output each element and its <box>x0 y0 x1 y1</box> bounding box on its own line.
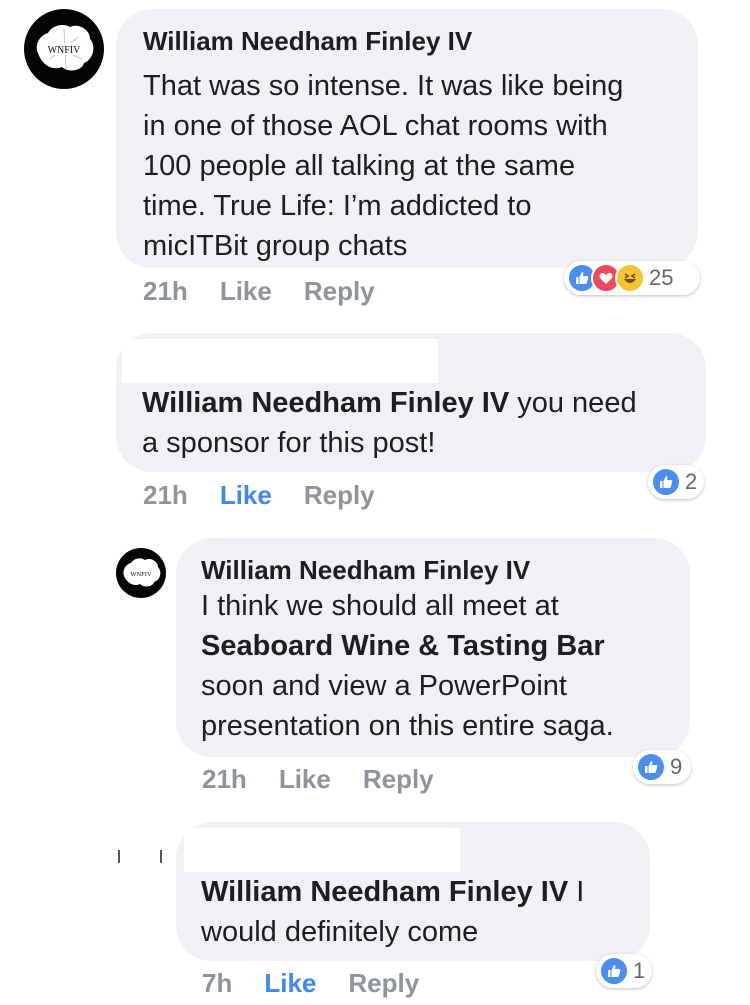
reply-button[interactable]: Reply <box>363 764 434 794</box>
mention-link[interactable]: William Needham Finley IV <box>142 387 509 419</box>
haha-reaction-icon <box>615 263 645 293</box>
comment-bubble: William Needham Finley IV you need a spo… <box>116 333 706 472</box>
like-button[interactable]: Like <box>220 276 272 306</box>
reaction-count: 25 <box>649 265 674 290</box>
comment-line: presentation on this entire saga. <box>201 710 614 742</box>
avatar[interactable]: WNFIV <box>116 548 166 598</box>
reply-button[interactable]: Reply <box>348 968 419 998</box>
comment-text-rest: you need <box>509 387 637 419</box>
like-reaction-icon <box>651 467 681 497</box>
comment-timestamp[interactable]: 21h <box>143 480 188 510</box>
comment-bubble: William Needham Finley IV I think we sho… <box>176 538 690 757</box>
like-reaction-icon <box>599 956 629 986</box>
reaction-count: 1 <box>633 958 646 983</box>
like-button[interactable]: Like <box>279 764 331 794</box>
comment-line: soon and view a PowerPoint <box>201 670 567 702</box>
comment-text: That was so intense. It was like being i… <box>143 66 623 266</box>
avatar-initials: WNFIV <box>48 45 82 56</box>
reaction-summary[interactable]: 25 <box>564 261 700 295</box>
like-reaction-icon <box>636 752 666 782</box>
avatar[interactable]: WNFIV <box>24 9 104 89</box>
comment-timestamp[interactable]: 21h <box>143 276 188 306</box>
comment-actions: 21h Like Reply <box>143 480 407 511</box>
comment-line: I think we should all meet at <box>201 590 559 622</box>
reaction-summary[interactable]: 1 <box>596 954 652 988</box>
comment-line: That was so intense. It was like being <box>143 70 624 102</box>
comment-author[interactable]: William Needham Finley IV <box>143 26 472 57</box>
comment-line: time. True Life: I’m addicted to <box>143 190 532 222</box>
comment-line: 100 people all talking at the same <box>143 150 576 182</box>
like-button[interactable]: Like <box>220 480 272 510</box>
comment-timestamp[interactable]: 7h <box>202 968 232 998</box>
comment-text: I think we should all meet at Seaboard W… <box>201 586 614 746</box>
comment-line: a sponsor for this post! <box>142 427 436 459</box>
comment-actions: 21h Like Reply <box>202 764 466 795</box>
comment-author[interactable]: William Needham Finley IV <box>201 555 530 586</box>
comment-text: William Needham Finley IV I would defini… <box>201 872 584 952</box>
reaction-summary[interactable]: 2 <box>648 465 704 499</box>
comment-line: in one of those AOL chat rooms with <box>143 110 608 142</box>
comment-actions: 7h Like Reply <box>202 968 451 999</box>
reaction-count: 9 <box>670 754 683 779</box>
reaction-summary[interactable]: 9 <box>633 750 691 784</box>
comment-timestamp[interactable]: 21h <box>202 764 247 794</box>
redacted-author <box>184 828 460 872</box>
comment-line: micITBit group chats <box>143 230 408 262</box>
reply-button[interactable]: Reply <box>304 276 375 306</box>
place-link[interactable]: Seaboard Wine & Tasting Bar <box>201 626 614 666</box>
avatar-logo-icon: WNFIV <box>123 558 161 587</box>
like-button[interactable]: Like <box>264 968 316 998</box>
avatar-logo-icon: WNFIV <box>36 25 94 71</box>
avatar-initials: WNFIV <box>130 571 152 578</box>
comment-text-rest: I <box>568 876 585 908</box>
mention-link[interactable]: William Needham Finley IV <box>201 876 568 908</box>
comment-bubble: William Needham Finley IV That was so in… <box>116 9 698 268</box>
comment-actions: 21h Like Reply <box>143 276 407 307</box>
comment-text: William Needham Finley IV you need a spo… <box>142 383 637 463</box>
comment-bubble: William Needham Finley IV I would defini… <box>176 822 650 961</box>
reaction-count: 2 <box>685 469 698 494</box>
reply-button[interactable]: Reply <box>304 480 375 510</box>
avatar-placeholder[interactable] <box>116 848 166 866</box>
redacted-author <box>122 339 438 383</box>
comment-line: would definitely come <box>201 916 479 948</box>
